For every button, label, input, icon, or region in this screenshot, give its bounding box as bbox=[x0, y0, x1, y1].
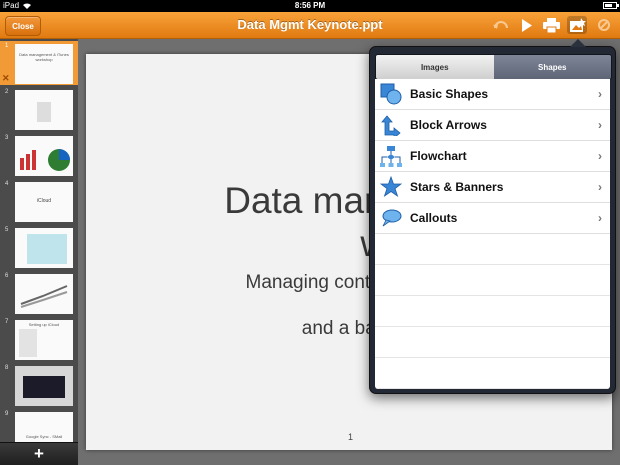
undo-icon[interactable] bbox=[491, 16, 511, 34]
empty-row bbox=[375, 265, 610, 296]
slide-thumbnail[interactable]: 5 bbox=[0, 225, 78, 269]
slide-navigator: 1 Data management & iTunes workshop ✕ 2 … bbox=[0, 39, 78, 465]
battery-icon bbox=[603, 2, 619, 9]
tools-icon[interactable] bbox=[594, 16, 614, 34]
list-item-callouts[interactable]: Callouts › bbox=[375, 203, 610, 234]
thumbnail-list[interactable]: 1 Data management & iTunes workshop ✕ 2 … bbox=[0, 39, 78, 443]
slide-thumbnail[interactable]: 6 bbox=[0, 271, 78, 315]
print-icon[interactable] bbox=[541, 16, 561, 34]
flowchart-icon bbox=[380, 146, 402, 167]
status-bar: iPad 8:56 PM bbox=[0, 0, 620, 12]
toolbar: Close Data Mgmt Keynote.ppt bbox=[0, 12, 620, 39]
slide-thumbnail[interactable]: 2 bbox=[0, 87, 78, 131]
chevron-right-icon: › bbox=[598, 87, 602, 101]
shapes-list: Basic Shapes › Block Arrows › Flowchart … bbox=[375, 79, 610, 389]
list-item-block-arrows[interactable]: Block Arrows › bbox=[375, 110, 610, 141]
chevron-right-icon: › bbox=[598, 180, 602, 194]
chevron-right-icon: › bbox=[598, 149, 602, 163]
insert-media-icon[interactable] bbox=[567, 16, 587, 34]
slide-thumbnail[interactable]: 9 Google Sync - SMail bbox=[0, 409, 78, 443]
chart-thumbnail-icon bbox=[20, 149, 70, 171]
play-icon[interactable] bbox=[517, 16, 537, 34]
lines-thumbnail-icon bbox=[20, 285, 68, 308]
selection-marker-icon: ✕ bbox=[2, 73, 10, 83]
empty-row bbox=[375, 296, 610, 327]
slide-thumbnail[interactable]: 8 bbox=[0, 363, 78, 407]
sidebar-footer: + bbox=[0, 442, 78, 465]
media-type-segmented-control: Images Shapes bbox=[375, 54, 612, 80]
star-icon bbox=[380, 176, 402, 198]
clock: 8:56 PM bbox=[294, 1, 326, 10]
slide-thumbnail[interactable]: 3 bbox=[0, 133, 78, 177]
empty-row bbox=[375, 234, 610, 265]
chevron-right-icon: › bbox=[598, 118, 602, 132]
tab-images[interactable]: Images bbox=[376, 55, 494, 79]
chevron-right-icon: › bbox=[598, 211, 602, 225]
insert-shapes-popover: Images Shapes Basic Shapes › Block Arrow… bbox=[369, 39, 616, 394]
popover-arrow bbox=[570, 39, 586, 47]
empty-row bbox=[375, 327, 610, 358]
slide-thumbnail[interactable]: 1 Data management & iTunes workshop ✕ bbox=[0, 41, 78, 85]
list-item-basic-shapes[interactable]: Basic Shapes › bbox=[375, 79, 610, 110]
block-arrows-icon bbox=[381, 115, 401, 136]
list-item-stars-banners[interactable]: Stars & Banners › bbox=[375, 172, 610, 203]
slide-thumbnail[interactable]: 4 iCloud bbox=[0, 179, 78, 223]
close-button[interactable]: Close bbox=[5, 16, 41, 36]
add-slide-button[interactable]: + bbox=[29, 444, 49, 464]
list-item-flowchart[interactable]: Flowchart › bbox=[375, 141, 610, 172]
empty-row bbox=[375, 358, 610, 389]
basic-shapes-icon bbox=[380, 83, 402, 105]
callout-icon bbox=[382, 209, 402, 227]
slide-number: 1 bbox=[348, 432, 354, 442]
tab-shapes[interactable]: Shapes bbox=[493, 55, 611, 79]
slide-thumbnail[interactable]: 7 Setting up iCloud bbox=[0, 317, 78, 361]
